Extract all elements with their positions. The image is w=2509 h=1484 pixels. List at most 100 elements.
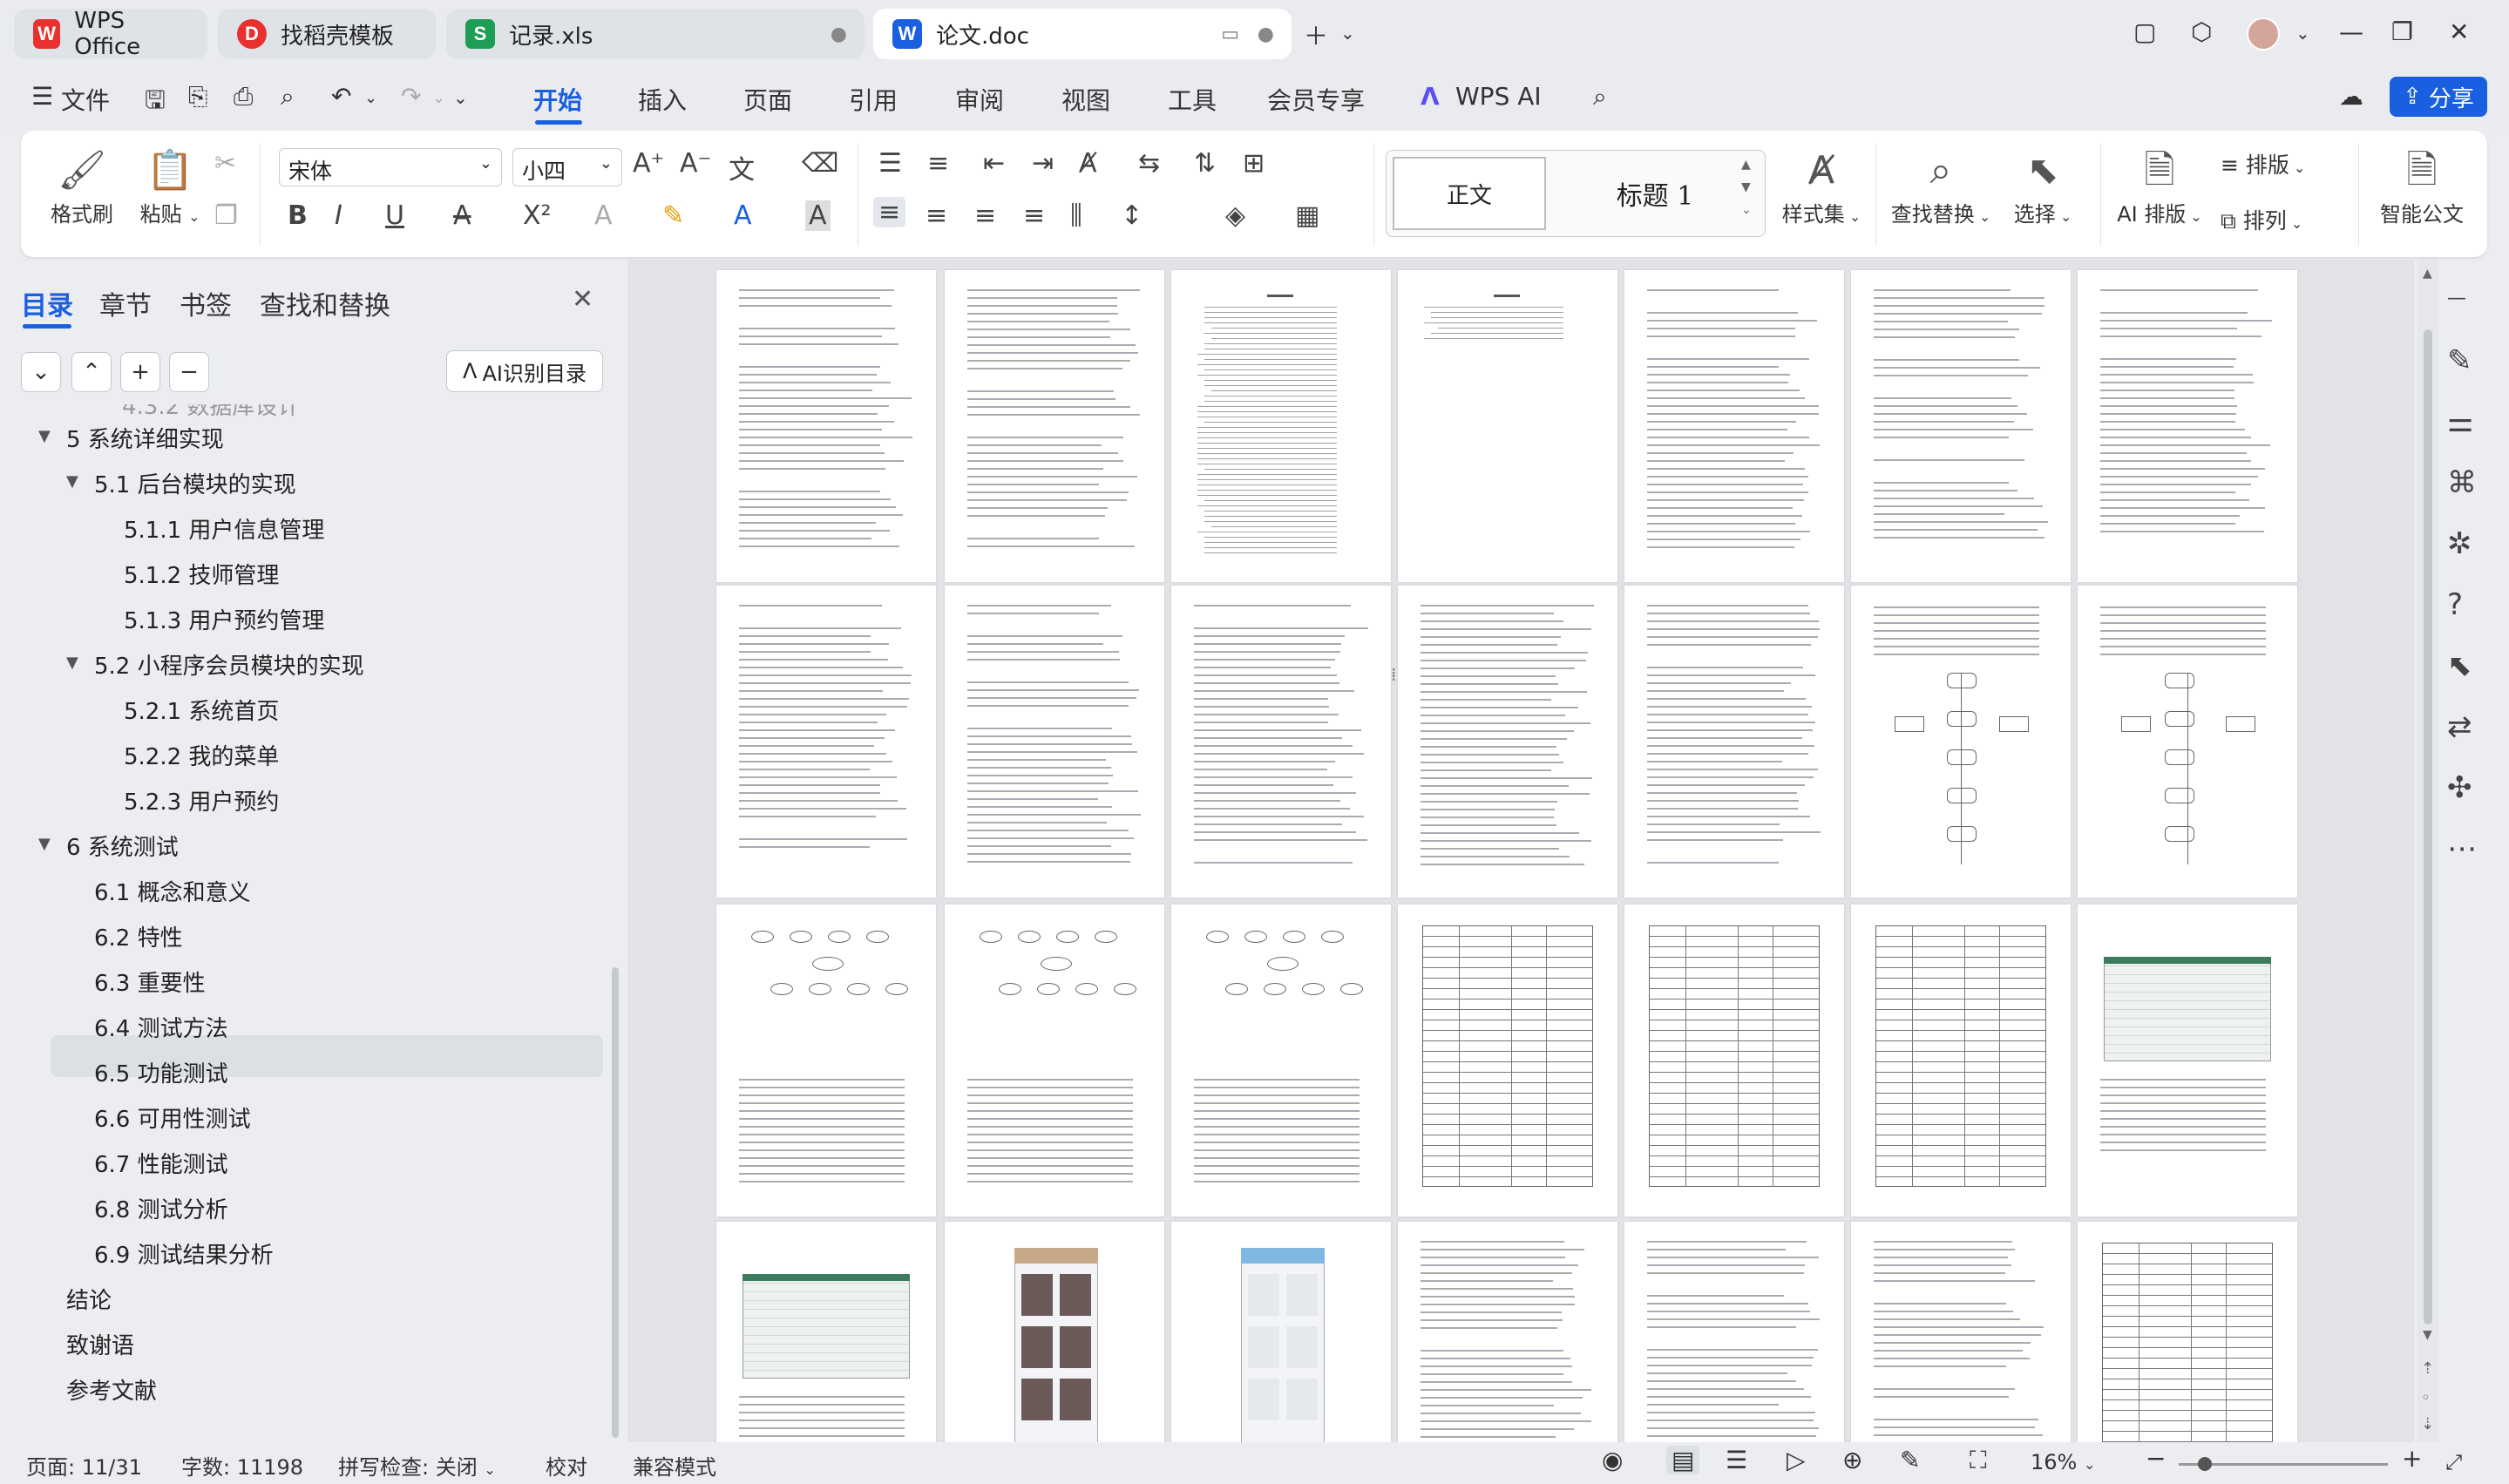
grow-font-icon[interactable]: A⁺ [633,148,664,179]
help-icon[interactable]: ? [2447,587,2463,622]
tools-icon[interactable]: ✲ [2447,526,2472,561]
restore-icon[interactable]: ❐ [2391,17,2413,46]
scroll-up-icon[interactable]: ▲ [2423,267,2432,281]
search-icon[interactable]: ⌕ [1593,82,1607,112]
tab-tools[interactable]: 工具 [1168,82,1217,117]
close-icon[interactable]: ✕ [2449,17,2469,46]
superscript-icon[interactable]: X² [523,200,552,231]
tab-page[interactable]: 页面 [743,82,792,117]
toc-item[interactable]: 6.3 重要性 [94,966,206,998]
sliders-icon[interactable]: ⚌ [2447,404,2473,439]
fullscreen-icon[interactable]: ⤢ [2445,1450,2462,1474]
bold-icon[interactable]: B [288,200,308,231]
smart-document-button[interactable]: 🗎 智能公文 [2369,145,2475,227]
prev-page-icon[interactable]: ⇡ [2421,1359,2434,1378]
select-button[interactable]: ⬉ 选择 ⌄ [1999,145,2086,227]
expand-toggle-icon[interactable]: ▼ [66,654,78,672]
page-thumbnail[interactable] [945,270,1164,582]
page-thumbnail[interactable] [945,1222,1164,1447]
translate-icon[interactable]: ⇄ [2447,709,2472,744]
arrange-button[interactable]: ⧉ 排列 ⌄ [2221,204,2302,235]
phonetic-guide-icon[interactable]: 文 [729,148,755,186]
toc-item[interactable]: 6.4 测试方法 [94,1011,228,1043]
outline-view-icon[interactable]: ☰ [1726,1446,1747,1474]
page-thumbnail[interactable] [1624,270,1844,582]
tab-dot-icon[interactable]: ● [1258,24,1274,45]
line-spacing-icon[interactable]: ↕ [1121,200,1143,231]
pen-icon[interactable]: ✎ [2447,343,2472,378]
page-thumbnail[interactable] [2078,1222,2297,1447]
tab-references[interactable]: 引用 [849,82,898,117]
font-name-select[interactable]: 宋体 ⌄ [279,148,502,186]
pointer-icon[interactable]: ⬉ [2447,648,2472,683]
print-preview-icon[interactable]: ⌕ [281,82,295,112]
page-view-icon[interactable]: ▤ [1666,1446,1700,1474]
tab-view[interactable]: 视图 [1061,82,1110,117]
scrollbar-thumb[interactable] [2424,329,2432,1325]
tab-wps-office[interactable]: W WPS Office [14,8,207,60]
page-thumbnail[interactable] [1851,1222,2071,1447]
toc-item[interactable]: 6.7 性能测试 [94,1147,228,1179]
page-thumbnail[interactable] [1171,586,1391,898]
toc-item[interactable]: 5.2.3 用户预约 [124,784,279,817]
undo-icon[interactable]: ↶ [331,82,351,111]
style-set-button[interactable]: Ⱥ 样式集 ⌄ [1778,145,1865,227]
page-thumbnail[interactable] [716,270,936,582]
collapse-rail-icon[interactable]: — [2447,288,2466,309]
page-thumbnail[interactable] [945,586,1164,898]
highlight-icon[interactable]: ✎ [662,200,684,231]
sidebar-scrollbar[interactable] [612,967,619,1438]
tab-dot-icon[interactable]: ● [831,24,847,45]
page-thumbnail[interactable] [716,905,936,1216]
toc-item[interactable]: 5.1.1 用户信息管理 [124,512,324,545]
text-direction-icon[interactable]: Ⱥ [1079,148,1097,179]
increase-indent-icon[interactable]: ⇥ [1032,148,1054,179]
zoom-slider-handle[interactable] [2198,1457,2212,1471]
page-thumbnail[interactable] [1851,905,2071,1216]
page-thumbnail[interactable] [716,1222,936,1447]
toc-item[interactable]: 5.2.2 我的菜单 [124,739,279,771]
style-normal[interactable]: 正文 [1393,157,1546,230]
page-indicator[interactable]: 页面: 11/31 [26,1450,142,1481]
zoom-out-icon[interactable]: − [2146,1444,2166,1473]
puzzle-icon[interactable]: ✣ [2447,770,2472,805]
toc-item[interactable]: 5.1.2 技师管理 [124,558,279,590]
select-browse-icon[interactable]: ◦ [2421,1389,2431,1407]
tab-find-replace[interactable]: 查找和替换 [260,284,390,322]
toc-item[interactable]: 致谢语 [66,1328,134,1360]
tab-review[interactable]: 审阅 [955,82,1004,117]
plus-icon[interactable]: + [120,352,160,392]
align-right-icon[interactable]: ≡ [974,200,996,231]
toc-item[interactable]: 6.8 测试分析 [94,1192,228,1224]
next-page-icon[interactable]: ⇣ [2421,1415,2434,1433]
distribute-icon[interactable]: ⫼ [1070,200,1082,231]
char-shading-icon[interactable]: A [805,200,831,231]
page-thumbnail[interactable] [1851,270,2071,582]
toc-item[interactable]: 5.1 后台模块的实现 [94,467,296,499]
page-thumbnail[interactable] [1851,586,2071,898]
page-thumbnail[interactable] [716,586,936,898]
toc-item[interactable]: 6.2 特性 [94,920,183,952]
strikethrough-icon[interactable]: A [453,200,471,231]
toc-item[interactable]: 6 系统测试 [66,830,179,862]
page-thumbnail[interactable] [1624,586,1844,898]
underline-icon[interactable]: U [385,200,404,231]
page-thumbnail[interactable] [2078,586,2297,898]
toc-item[interactable]: 6.5 功能测试 [94,1056,228,1088]
expand-toggle-icon[interactable]: ▼ [66,472,78,491]
tab-sections[interactable]: 章节 [99,284,152,322]
page-thumbnail[interactable] [1171,270,1391,582]
font-size-select[interactable]: 小四 ⌄ [512,148,622,186]
text-effect-icon[interactable]: A [594,200,613,231]
toc-item[interactable]: 5.2.1 系统首页 [124,694,279,726]
ai-layout-button[interactable]: 🗎 AI 排版 ⌄ [2111,145,2208,227]
page-thumbnail[interactable] [1624,905,1844,1216]
fill-icon[interactable]: ◈ [1225,200,1245,231]
print-icon[interactable]: ⎙ [234,82,253,112]
shrink-font-icon[interactable]: A⁻ [680,148,711,179]
font-color-icon[interactable]: A [734,200,752,231]
eraser-icon[interactable]: ⌫ [802,148,838,179]
page-thumbnail[interactable] [1171,905,1391,1216]
sort-icon[interactable]: ⇅ [1194,148,1216,179]
chevron-down-icon[interactable]: ⌄ [2295,23,2310,44]
